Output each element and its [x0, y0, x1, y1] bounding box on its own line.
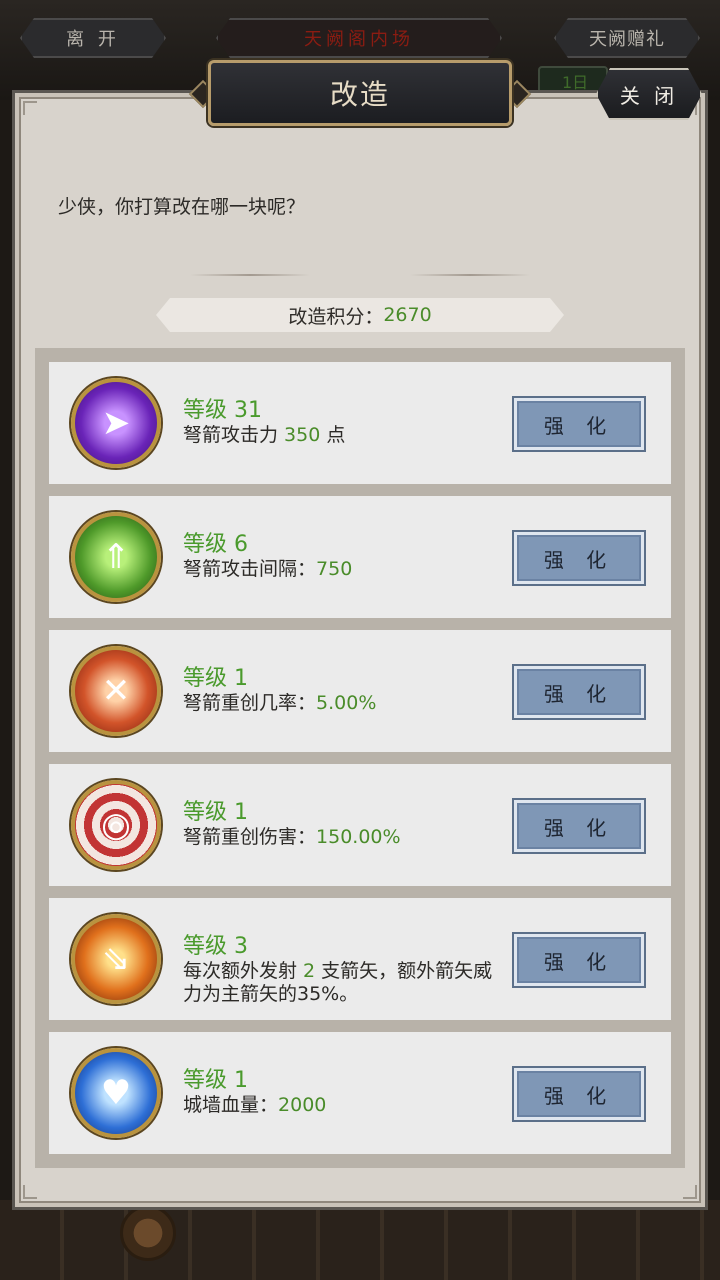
upgrade-row-wall-hp: ♥ 等级 1 城墙血量：2000 强 化 — [49, 1032, 671, 1154]
upgrade-row-attack: ➤ 等级 31 弩箭攻击力 350 点 强 化 — [49, 362, 671, 484]
upgrade-points-bar: 改造积分： 2670 — [156, 298, 564, 332]
enhance-button[interactable]: 强 化 — [514, 1068, 644, 1120]
enhance-button[interactable]: 强 化 — [514, 800, 644, 852]
scene-floor — [0, 1200, 720, 1280]
upgrade-row-crit-damage: ◎ 等级 1 弩箭重创伤害：150.00% 强 化 — [49, 764, 671, 886]
upgrade-description: 城墙血量：2000 — [183, 1094, 327, 1116]
close-button[interactable]: 关 闭 — [596, 68, 702, 120]
upgrade-level: 等级 3 — [183, 934, 248, 959]
upgrade-level: 等级 1 — [183, 1068, 248, 1093]
points-value: 2670 — [383, 304, 432, 326]
upgrade-row-interval: ⇑ 等级 6 弩箭攻击间隔：750 强 化 — [49, 496, 671, 618]
enhance-button[interactable]: 强 化 — [514, 934, 644, 986]
upgrade-level: 等级 1 — [183, 666, 248, 691]
dialog-prompt: 少侠，你打算改在哪一块呢？ — [58, 196, 306, 218]
upgrade-description: 弩箭重创几率：5.00% — [183, 692, 377, 714]
corner-ornament — [683, 1185, 697, 1199]
upgrade-level: 等级 1 — [183, 800, 248, 825]
corner-ornament — [23, 101, 37, 115]
upgrade-row-multishot: ⇘ 等级 3 每次额外发射 2 支箭矢，额外箭矢威力为主箭矢的35%。 强 化 — [49, 898, 671, 1020]
scene-title: 天阙阁内场 — [216, 18, 502, 58]
upgrade-description: 弩箭攻击力 350 点 — [183, 424, 346, 446]
dialog-title: 改造 — [208, 60, 512, 126]
enhance-button[interactable]: 强 化 — [514, 666, 644, 718]
divider-left — [190, 274, 310, 276]
upgrade-level: 等级 31 — [183, 398, 262, 423]
purple-arrow-icon: ➤ — [71, 378, 161, 468]
corner-ornament — [23, 1185, 37, 1199]
enhance-button[interactable]: 强 化 — [514, 532, 644, 584]
upgrade-description: 弩箭重创伤害：150.00% — [183, 826, 401, 848]
heart-shield-icon: ♥ — [71, 1048, 161, 1138]
target-arrow-icon: ◎ — [71, 780, 161, 870]
barrel-prop — [120, 1205, 176, 1261]
upgrade-description: 弩箭攻击间隔：750 — [183, 558, 353, 580]
gift-button[interactable]: 天阙赠礼 — [554, 18, 700, 58]
enhance-button[interactable]: 强 化 — [514, 398, 644, 450]
upgrade-level: 等级 6 — [183, 532, 248, 557]
divider-right — [410, 274, 530, 276]
upgrade-row-crit-chance: ✕ 等级 1 弩箭重创几率：5.00% 强 化 — [49, 630, 671, 752]
leave-button[interactable]: 离 开 — [20, 18, 166, 58]
upgrade-description: 每次额外发射 2 支箭矢，额外箭矢威力为主箭矢的35%。 — [183, 960, 493, 1005]
green-bow-icon: ⇑ — [71, 512, 161, 602]
points-label: 改造积分： — [288, 305, 384, 328]
fire-arrows-icon: ⇘ — [71, 914, 161, 1004]
red-crossbow-icon: ✕ — [71, 646, 161, 736]
